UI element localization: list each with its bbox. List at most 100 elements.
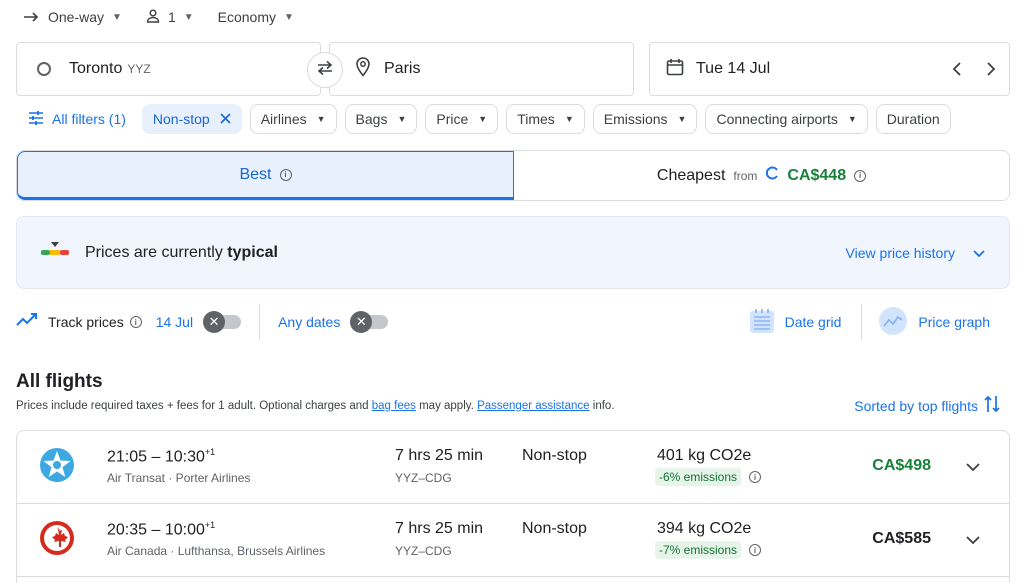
chevron-left-icon[interactable] <box>945 57 969 81</box>
date-grid-icon <box>749 308 775 337</box>
info-icon[interactable]: i <box>749 544 762 556</box>
flight-price: CA$585 <box>872 530 931 547</box>
depart-time: 20:35 <box>107 521 148 539</box>
location-pin-icon <box>356 56 370 82</box>
chip-price[interactable]: Price ▼ <box>425 104 499 134</box>
origin-circle-icon <box>37 62 51 76</box>
air-transat-logo-icon <box>39 447 75 483</box>
flight-stops: Non-stop <box>522 447 587 464</box>
tab-best-label: Best <box>239 165 272 183</box>
price-gauge-icon <box>41 240 69 265</box>
flight-route: YYZ–CDG <box>395 471 452 485</box>
flight-results-list: 21:05 – 10:30+1 Air Transat · Porter Air… <box>16 430 1010 583</box>
track-date-toggle[interactable]: ✕ <box>203 311 242 333</box>
chip-non-stop[interactable]: Non-stop <box>141 104 242 134</box>
flight-row[interactable]: 20:35 – 10:00+1 Air Canada · Lufthansa, … <box>17 504 1009 577</box>
all-filters-label: All filters (1) <box>52 111 126 127</box>
emissions-badge: -7% emissions <box>655 541 742 559</box>
all-flights-heading: All flights <box>16 371 103 392</box>
close-icon: ✕ <box>350 311 373 333</box>
air-canada-logo-icon <box>39 520 75 556</box>
cabin-label: Economy <box>217 9 276 25</box>
tab-cheapest[interactable]: Cheapest from CA$448 i <box>514 151 1009 200</box>
flight-times: 21:05 – 10:30+1 <box>107 447 216 466</box>
flight-times: 20:35 – 10:00+1 <box>107 520 216 539</box>
day-offset: +1 <box>204 447 216 457</box>
chip-emissions[interactable]: Emissions ▼ <box>592 104 698 134</box>
day-offset: +1 <box>204 520 216 530</box>
flight-route: YYZ–CDG <box>395 544 452 558</box>
chevron-right-icon[interactable] <box>979 57 1003 81</box>
chip-airlines[interactable]: Airlines ▼ <box>249 104 337 134</box>
price-graph-label: Price graph <box>918 314 990 330</box>
tab-best[interactable]: Best i <box>17 151 514 200</box>
trip-type-select[interactable]: One-way ▼ <box>24 9 122 25</box>
info-icon[interactable]: i <box>854 169 867 182</box>
chip-label: Airlines <box>260 111 307 127</box>
flight-price: CA$498 <box>872 457 931 474</box>
note-mid: may apply. <box>419 400 474 412</box>
caret-down-icon: ▼ <box>112 11 122 23</box>
date-grid-label: Date grid <box>784 314 842 330</box>
arrow-right-icon <box>24 9 40 25</box>
price-note: Prices include required taxes + fees for… <box>16 400 615 412</box>
bag-fees-link[interactable]: bag fees <box>372 400 416 412</box>
filter-bar: All filters (1) Non-stop Airlines ▼ Bags ▼… <box>16 104 951 134</box>
caret-down-icon: ▼ <box>316 114 326 124</box>
price-insight-text: Prices are currently typical <box>85 244 278 262</box>
arrive-time: 10:00 <box>164 521 205 539</box>
passenger-assistance-link[interactable]: Passenger assistance <box>477 400 590 412</box>
date-grid-button[interactable]: Date grid <box>749 308 862 337</box>
track-prices-row: Track prices i 14 Jul ✕ Any dates ✕ Date… <box>16 300 1010 344</box>
passengers-count: 1 <box>167 9 176 25</box>
sort-arrows-icon <box>984 395 1000 416</box>
sort-tabs: Best i Cheapest from CA$448 i <box>16 150 1010 201</box>
emissions-badge: -6% emissions <box>655 468 742 486</box>
caret-down-icon: ▼ <box>847 114 857 124</box>
chevron-down-icon[interactable] <box>961 528 985 552</box>
price-graph-button[interactable]: Price graph <box>878 306 1010 339</box>
swap-button[interactable] <box>307 52 343 88</box>
info-icon[interactable]: i <box>129 316 142 328</box>
view-price-history-button[interactable]: View price history <box>846 245 985 261</box>
calendar-icon <box>666 58 684 81</box>
emissions-info: -6% emissions i <box>655 468 762 486</box>
cabin-select[interactable]: Economy ▼ <box>218 9 294 25</box>
flight-row[interactable]: 21:05 – 10:30+1 Air Transat · Porter Air… <box>17 431 1009 504</box>
origin-code: YYZ <box>127 62 151 76</box>
tune-icon <box>28 110 44 128</box>
sort-button[interactable]: Sorted by top flights <box>854 395 1000 416</box>
chip-times[interactable]: Times ▼ <box>506 104 585 134</box>
date-tools: Date grid Price graph <box>749 304 1010 340</box>
chip-duration[interactable]: Duration <box>875 104 951 134</box>
date-nav <box>945 57 1003 81</box>
track-prices-label: Track prices <box>48 314 124 330</box>
info-icon[interactable]: i <box>749 471 762 483</box>
note-suffix: info. <box>592 400 615 412</box>
departure-date: Tue 14 Jul <box>696 60 771 77</box>
divider <box>861 304 863 340</box>
all-filters-button[interactable]: All filters (1) <box>16 104 134 134</box>
any-dates-toggle[interactable]: ✕ <box>350 311 389 333</box>
swap-arrows-icon <box>315 60 335 81</box>
chip-label: Connecting airports <box>716 111 838 127</box>
chip-bags[interactable]: Bags ▼ <box>344 104 418 134</box>
chip-connecting-airports[interactable]: Connecting airports ▼ <box>705 104 868 134</box>
insight-prefix: Prices are currently <box>85 243 223 261</box>
co2-amount: 401 kg CO2e <box>657 447 752 464</box>
loading-spinner-icon <box>765 166 779 185</box>
trending-line-icon <box>16 312 38 332</box>
cheapest-price: CA$448 <box>787 166 847 184</box>
passengers-select[interactable]: 1 ▼ <box>146 9 194 26</box>
departure-date-field[interactable]: Tue 14 Jul <box>649 42 1010 96</box>
chevron-down-icon[interactable] <box>961 455 985 479</box>
destination-field[interactable]: Paris <box>329 42 634 96</box>
airline-names: Air Transat · Porter Airlines <box>107 471 251 485</box>
close-icon[interactable] <box>220 111 231 127</box>
origin-field[interactable]: Toronto YYZ <box>16 42 321 96</box>
from-label: from <box>733 168 758 183</box>
person-icon <box>146 9 160 26</box>
info-icon[interactable]: i <box>279 168 292 181</box>
caret-down-icon: ▼ <box>677 114 687 124</box>
chevron-down-icon <box>973 245 985 261</box>
